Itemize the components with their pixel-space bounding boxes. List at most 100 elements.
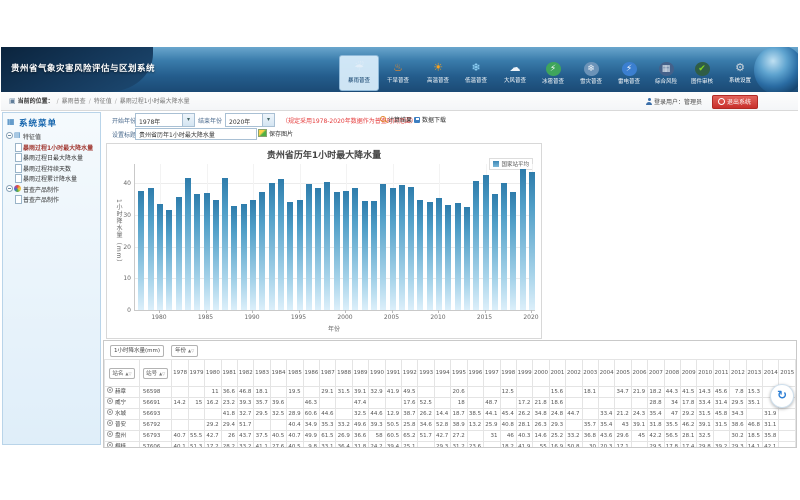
value-cell: 18.2 — [648, 387, 664, 398]
value-cell: 44.3 — [664, 387, 680, 398]
row-expander-icon[interactable] — [107, 387, 113, 393]
expander-icon[interactable] — [6, 185, 13, 192]
year-header-1981: 1981 — [221, 360, 237, 387]
sidebar-item[interactable]: 暴雨过程持续天数 — [3, 163, 100, 173]
nav-item-label: 高温普查 — [419, 76, 457, 84]
nav-item-low-temp[interactable]: ❄低温普查 — [457, 56, 495, 90]
sort-desc-icon[interactable]: ▽ — [128, 371, 131, 376]
nav-item-hail[interactable]: ⚡冰雹普查 — [534, 56, 572, 90]
expander-icon[interactable] — [6, 132, 13, 139]
bar-1983 — [185, 178, 191, 310]
year-field-box[interactable]: 年份▲▽ — [171, 345, 198, 357]
value-cell: 15.3 — [746, 387, 762, 398]
value-cell: 39.3 — [369, 420, 385, 431]
value-cell: 14.3 — [697, 387, 713, 398]
row-expander-icon[interactable] — [107, 420, 113, 426]
bar-2002 — [362, 201, 368, 311]
breadcrumb-item[interactable]: 暴雨过程1小时最大降水量 — [120, 98, 190, 105]
floating-widget-button[interactable]: ↻ — [770, 384, 794, 408]
nav-item-settings[interactable]: ⚙系统设置 — [721, 56, 759, 90]
value-cell: 17.2 — [516, 398, 532, 409]
table-row[interactable]: 桐梓5760640.151.317.228.233.241.127.640.59… — [105, 442, 796, 449]
y-tick-label: 40 — [115, 180, 131, 187]
document-icon — [15, 195, 22, 204]
value-cell: 31.8 — [648, 420, 664, 431]
value-cell: 40.4 — [287, 420, 303, 431]
breadcrumb-item[interactable]: 暴雨普查 — [62, 98, 86, 105]
value-cell: 11 — [205, 387, 221, 398]
value-cell: 34.6 — [418, 420, 434, 431]
bar-1995 — [297, 200, 303, 310]
map-audit-icon: ✔ — [695, 62, 710, 76]
value-cell — [188, 420, 204, 431]
year-header-2005: 2005 — [615, 360, 631, 387]
station-id-sort-box[interactable]: 站号▲▽ — [143, 368, 168, 379]
value-cell — [418, 387, 434, 398]
measure-field-box[interactable]: 1小时降水量(mm) — [110, 345, 164, 357]
row-expander-icon[interactable] — [107, 409, 113, 415]
value-cell — [631, 442, 647, 449]
value-cell: 39.6 — [270, 398, 286, 409]
value-cell: 28.2 — [221, 442, 237, 449]
value-cell: 16.2 — [205, 398, 221, 409]
nav-item-map-audit[interactable]: ✔图件审核 — [683, 56, 721, 90]
value-cell: 14.2 — [172, 398, 188, 409]
row-expander-icon[interactable] — [107, 431, 113, 437]
value-cell — [369, 398, 385, 409]
end-year-select[interactable]: 2020年 ▾ — [225, 113, 275, 127]
x-tick-mark — [392, 310, 393, 313]
nav-item-high-temp[interactable]: ☀高温普查 — [419, 56, 457, 90]
nav-item-snow[interactable]: ❄雪灾普查 — [572, 56, 610, 90]
sidebar-item-label: 暴雨过程1小时最大降水量 — [23, 143, 93, 152]
main-content: 开始年份 1978年 ▾ 结束年份 2020年 ▾ （规定采用1978-2020… — [103, 112, 797, 447]
x-tick-mark — [159, 310, 160, 313]
sidebar-item[interactable]: 暴雨过程日最大降水量 — [3, 152, 100, 162]
nav-item-lightning[interactable]: ⚡雷电普查 — [610, 56, 648, 90]
nav-item-composite[interactable]: ▦综合风险 — [647, 56, 685, 90]
sidebar-item[interactable]: 暴雨过程1小时最大降水量 — [3, 142, 100, 152]
sidebar-item[interactable]: 普查产品制作 — [3, 184, 100, 194]
nav-item-label: 大风普查 — [496, 76, 534, 84]
sidebar-item[interactable]: 暴雨过程累计降水量 — [3, 173, 100, 183]
sort-desc-icon[interactable]: ▽ — [162, 371, 165, 376]
station-id-cell: 56693 — [139, 409, 171, 420]
breadcrumb-item[interactable]: 特征值 — [94, 98, 112, 105]
bar-2003 — [371, 201, 377, 310]
value-cell: 39.2 — [713, 442, 729, 449]
value-cell — [467, 431, 483, 442]
table-row[interactable]: 水城5669341.832.729.532.528.960.644.632.54… — [105, 409, 796, 420]
logout-button[interactable]: 退出系统 — [712, 95, 758, 109]
table-row[interactable]: 盘州5679340.755.542.72643.737.540.540.749.… — [105, 431, 796, 442]
value-cell: 26 — [221, 431, 237, 442]
power-icon — [718, 98, 725, 105]
value-cell: 17.8 — [664, 442, 680, 449]
table-row[interactable]: 普安5679229.229.451.740.434.935.333.249.63… — [105, 420, 796, 431]
calc-result-button[interactable]: 计算结果 — [380, 115, 412, 124]
row-expander-icon[interactable] — [107, 442, 113, 448]
value-cell: 25.1 — [402, 442, 418, 449]
sidebar-item[interactable]: 普查产品制作 — [3, 194, 100, 204]
chart-title-input[interactable] — [135, 128, 257, 140]
value-cell: 29.6 — [615, 431, 631, 442]
value-cell: 33.2 — [336, 420, 352, 431]
data-download-button[interactable]: 数据下载 — [414, 115, 446, 124]
year-header-1991: 1991 — [385, 360, 401, 387]
document-icon — [15, 164, 22, 173]
bar-1993 — [278, 179, 284, 310]
x-tick-label: 1995 — [287, 314, 311, 321]
nav-item-rain-cloud[interactable]: ☔暴雨普查 — [339, 55, 379, 91]
value-cell: 28.1 — [516, 420, 532, 431]
nav-item-wind[interactable]: ☁大风普查 — [496, 56, 534, 90]
value-cell: 33.2 — [566, 431, 582, 442]
table-row[interactable]: 威宁5669114.21516.223.239.335.739.646.347.… — [105, 398, 796, 409]
value-cell: 35.7 — [582, 420, 598, 431]
value-cell — [270, 420, 286, 431]
station-name-sort-box[interactable]: 站名▲▽ — [109, 368, 134, 379]
start-year-select[interactable]: 1978年 ▾ — [135, 113, 195, 127]
table-row[interactable]: 赫章565981136.646.818.119.529.131.539.132.… — [105, 387, 796, 398]
nav-item-drought[interactable]: ♨干旱普查 — [379, 56, 417, 90]
sidebar-item[interactable]: ▤特征值 — [3, 131, 100, 141]
save-image-button[interactable]: 保存图片 — [258, 129, 293, 138]
value-cell: 26.9 — [336, 431, 352, 442]
row-expander-icon[interactable] — [107, 398, 113, 404]
